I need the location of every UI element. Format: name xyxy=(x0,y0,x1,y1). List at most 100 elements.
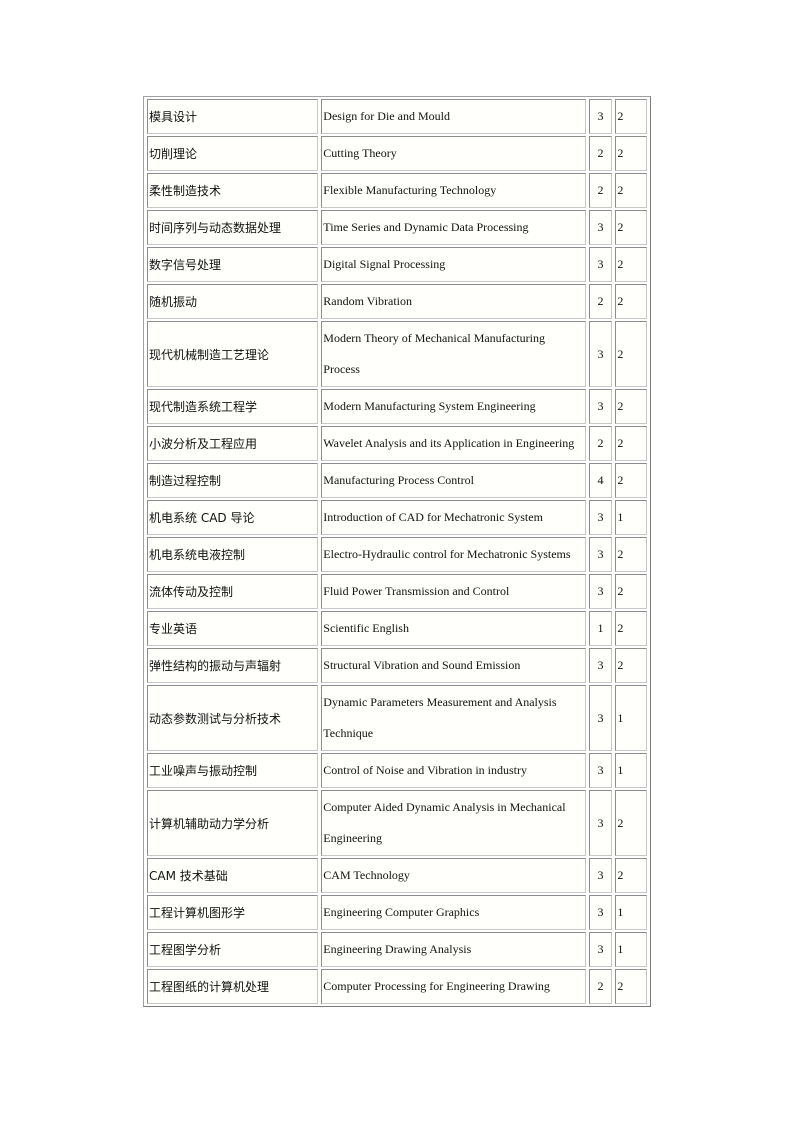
course-name-en: Manufacturing Process Control xyxy=(321,463,586,498)
course-name-cn: 现代制造系统工程学 xyxy=(147,389,319,424)
table-row: 随机振动 Random Vibration 2 2 xyxy=(147,284,647,319)
course-value-2: 1 xyxy=(615,895,647,930)
course-value-2: 2 xyxy=(615,537,647,572)
course-name-cn: 工程计算机图形学 xyxy=(147,895,319,930)
table-row: 机电系统 CAD 导论 Introduction of CAD for Mecha… xyxy=(147,500,647,535)
course-table: 模具设计 Design for Die and Mould 3 2 切削理论 Cuttin… xyxy=(143,96,651,1007)
course-name-en: Scientific English xyxy=(321,611,586,646)
course-name-en: Cutting Theory xyxy=(321,136,586,171)
course-value-1: 2 xyxy=(588,426,613,461)
table-row: 弹性结构的振动与声辐射 Structural Vibration and Soun… xyxy=(147,648,647,683)
course-name-en: Time Series and Dynamic Data Processing xyxy=(321,210,586,245)
course-value-1: 3 xyxy=(588,932,613,967)
table-row: 工程计算机图形学 Engineering Computer Graphics 3 1 xyxy=(147,895,647,930)
course-name-en: CAM Technology xyxy=(321,858,586,893)
course-name-cn: 计算机辅助动力学分析 xyxy=(147,790,319,856)
course-value-1: 2 xyxy=(588,969,613,1004)
table-row: 现代机械制造工艺理论 Modern Theory of Mechanical Ma… xyxy=(147,321,647,387)
course-name-cn: 动态参数测试与分析技术 xyxy=(147,685,319,751)
course-value-2: 2 xyxy=(615,574,647,609)
course-value-1: 3 xyxy=(588,895,613,930)
course-value-1: 3 xyxy=(588,685,613,751)
course-value-2: 2 xyxy=(615,463,647,498)
course-name-cn: 小波分析及工程应用 xyxy=(147,426,319,461)
course-value-1: 1 xyxy=(588,611,613,646)
course-value-2: 2 xyxy=(615,858,647,893)
course-name-cn: 机电系统电液控制 xyxy=(147,537,319,572)
course-name-cn: 制造过程控制 xyxy=(147,463,319,498)
course-value-1: 3 xyxy=(588,321,613,387)
course-value-2: 2 xyxy=(615,426,647,461)
course-value-1: 3 xyxy=(588,790,613,856)
course-name-en: Modern Theory of Mechanical Manufacturin… xyxy=(321,321,586,387)
course-value-2: 1 xyxy=(615,753,647,788)
table-row: 切削理论 Cutting Theory 2 2 xyxy=(147,136,647,171)
course-value-1: 2 xyxy=(588,284,613,319)
table-row: 时间序列与动态数据处理 Time Series and Dynamic Data … xyxy=(147,210,647,245)
course-name-en: Random Vibration xyxy=(321,284,586,319)
course-value-2: 2 xyxy=(615,99,647,134)
course-name-en: Digital Signal Processing xyxy=(321,247,586,282)
course-name-cn: 随机振动 xyxy=(147,284,319,319)
table-row: 制造过程控制 Manufacturing Process Control 4 2 xyxy=(147,463,647,498)
course-name-en: Wavelet Analysis and its Application in … xyxy=(321,426,586,461)
table-row: 小波分析及工程应用 Wavelet Analysis and its Applic… xyxy=(147,426,647,461)
course-value-2: 2 xyxy=(615,611,647,646)
course-name-en: Computer Processing for Engineering Draw… xyxy=(321,969,586,1004)
course-value-1: 3 xyxy=(588,389,613,424)
course-value-1: 3 xyxy=(588,500,613,535)
table-row: 流体传动及控制 Fluid Power Transmission and Cont… xyxy=(147,574,647,609)
course-value-1: 3 xyxy=(588,574,613,609)
course-name-cn: 切削理论 xyxy=(147,136,319,171)
course-name-en: Design for Die and Mould xyxy=(321,99,586,134)
course-value-2: 2 xyxy=(615,790,647,856)
table-row: 数字信号处理 Digital Signal Processing 3 2 xyxy=(147,247,647,282)
course-value-2: 2 xyxy=(615,648,647,683)
course-name-en: Structural Vibration and Sound Emission xyxy=(321,648,586,683)
table-row: 工程图学分析 Engineering Drawing Analysis 3 1 xyxy=(147,932,647,967)
course-value-2: 1 xyxy=(615,500,647,535)
course-value-1: 4 xyxy=(588,463,613,498)
course-name-cn: 专业英语 xyxy=(147,611,319,646)
course-value-1: 3 xyxy=(588,247,613,282)
course-value-2: 2 xyxy=(615,173,647,208)
course-value-2: 2 xyxy=(615,969,647,1004)
course-value-1: 3 xyxy=(588,210,613,245)
course-value-1: 3 xyxy=(588,858,613,893)
course-value-1: 3 xyxy=(588,753,613,788)
course-value-2: 1 xyxy=(615,685,647,751)
course-name-en: Introduction of CAD for Mechatronic Syst… xyxy=(321,500,586,535)
course-name-cn: 弹性结构的振动与声辐射 xyxy=(147,648,319,683)
table-row: 计算机辅助动力学分析 Computer Aided Dynamic Analysi… xyxy=(147,790,647,856)
course-name-en: Electro-Hydraulic control for Mechatroni… xyxy=(321,537,586,572)
table-row: CAM 技术基础 CAM Technology 3 2 xyxy=(147,858,647,893)
table-row: 现代制造系统工程学 Modern Manufacturing System Eng… xyxy=(147,389,647,424)
course-table-body: 模具设计 Design for Die and Mould 3 2 切削理论 Cuttin… xyxy=(147,99,647,1004)
course-name-cn: 机电系统 CAD 导论 xyxy=(147,500,319,535)
table-row: 动态参数测试与分析技术 Dynamic Parameters Measuremen… xyxy=(147,685,647,751)
course-name-en: Computer Aided Dynamic Analysis in Mecha… xyxy=(321,790,586,856)
course-value-2: 2 xyxy=(615,321,647,387)
course-value-1: 3 xyxy=(588,537,613,572)
course-name-en: Engineering Drawing Analysis xyxy=(321,932,586,967)
course-name-cn: 工业噪声与振动控制 xyxy=(147,753,319,788)
course-name-cn: 时间序列与动态数据处理 xyxy=(147,210,319,245)
course-name-cn: 模具设计 xyxy=(147,99,319,134)
course-name-cn: 数字信号处理 xyxy=(147,247,319,282)
course-name-cn: 现代机械制造工艺理论 xyxy=(147,321,319,387)
course-name-en: Modern Manufacturing System Engineering xyxy=(321,389,586,424)
course-name-cn: 流体传动及控制 xyxy=(147,574,319,609)
course-value-2: 2 xyxy=(615,247,647,282)
course-value-1: 3 xyxy=(588,99,613,134)
course-name-en: Dynamic Parameters Measurement and Analy… xyxy=(321,685,586,751)
table-row: 工程图纸的计算机处理 Computer Processing for Engine… xyxy=(147,969,647,1004)
table-row: 机电系统电液控制 Electro-Hydraulic control for Me… xyxy=(147,537,647,572)
course-value-2: 2 xyxy=(615,389,647,424)
course-name-en: Engineering Computer Graphics xyxy=(321,895,586,930)
course-value-1: 3 xyxy=(588,648,613,683)
course-name-en: Control of Noise and Vibration in indust… xyxy=(321,753,586,788)
course-name-en: Flexible Manufacturing Technology xyxy=(321,173,586,208)
table-row: 专业英语 Scientific English 1 2 xyxy=(147,611,647,646)
course-value-2: 2 xyxy=(615,210,647,245)
course-value-1: 2 xyxy=(588,136,613,171)
